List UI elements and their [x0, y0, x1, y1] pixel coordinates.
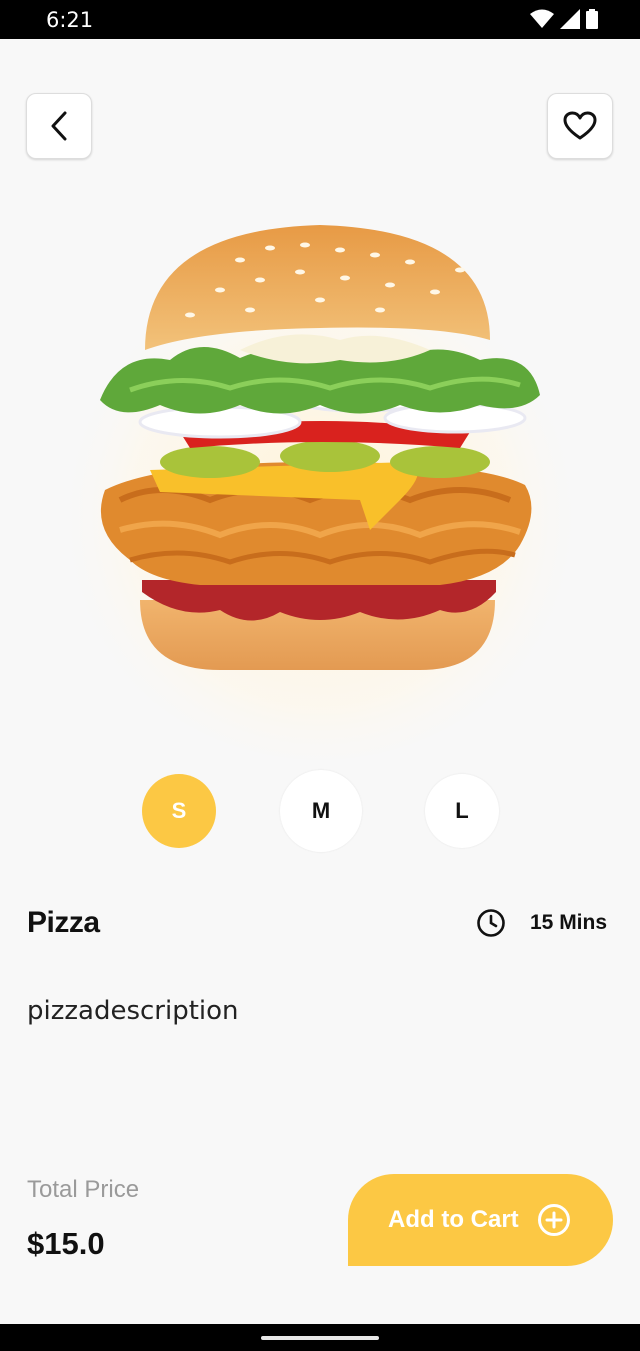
status-bar: 6:21	[0, 0, 640, 39]
home-handle[interactable]	[261, 1336, 379, 1340]
favorite-button[interactable]	[547, 93, 613, 159]
prep-time: 15 Mins	[476, 908, 607, 938]
chevron-left-icon	[51, 111, 67, 141]
prep-time-label: 15 Mins	[530, 911, 608, 934]
product-title: Pizza	[27, 906, 100, 939]
system-nav-bar	[0, 1324, 640, 1351]
size-l-button[interactable]: L	[425, 774, 499, 848]
total-price-label: Total Price	[27, 1176, 140, 1203]
total-price-value: $15.0	[27, 1226, 105, 1261]
signal-icon	[560, 9, 580, 29]
battery-icon	[586, 9, 598, 29]
heart-icon	[563, 111, 597, 140]
back-button[interactable]	[26, 93, 92, 159]
plus-circle-icon	[537, 1204, 570, 1236]
add-to-cart-button[interactable]: Add to Cart	[348, 1174, 613, 1266]
clock-icon	[477, 909, 505, 937]
size-m-button[interactable]: M	[280, 770, 362, 852]
product-description: pizzadescription	[27, 996, 239, 1026]
status-time: 6:21	[46, 8, 94, 32]
status-icons	[530, 9, 598, 29]
wifi-icon	[530, 9, 554, 28]
product-image	[60, 220, 580, 760]
add-to-cart-label: Add to Cart	[388, 1206, 519, 1233]
size-s-button[interactable]: S	[142, 774, 216, 848]
